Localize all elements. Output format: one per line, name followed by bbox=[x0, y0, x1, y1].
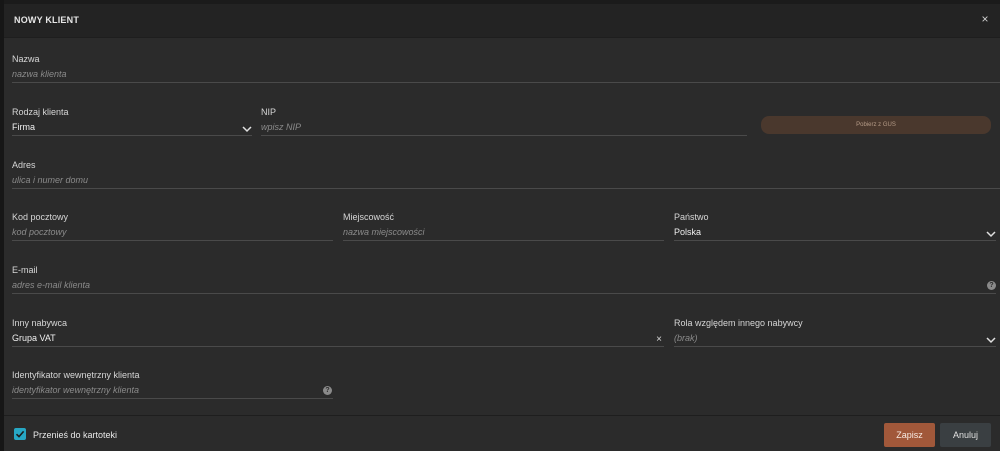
other-buyer-underline bbox=[12, 346, 664, 347]
internal-id-field: Identyfikator wewnętrzny klienta identyf… bbox=[12, 370, 333, 399]
client-type-value: Firma bbox=[12, 122, 35, 132]
address-input[interactable]: ulica i numer domu bbox=[12, 175, 88, 185]
chevron-down-icon[interactable] bbox=[986, 229, 996, 239]
email-label: E-mail bbox=[12, 265, 38, 275]
buyer-role-select[interactable]: Rola względem innego nabywcy (brak) bbox=[674, 318, 996, 347]
country-label: Państwo bbox=[674, 212, 709, 222]
country-value: Polska bbox=[674, 227, 702, 237]
dialog-footer: Przenieś do kartoteki Zapisz Anuluj bbox=[4, 416, 1000, 451]
internal-id-underline bbox=[12, 398, 333, 399]
name-underline bbox=[12, 82, 1000, 83]
other-buyer-input[interactable]: Grupa VAT bbox=[12, 333, 56, 343]
chevron-down-icon[interactable] bbox=[242, 124, 252, 134]
move-to-registry-checkbox[interactable] bbox=[14, 428, 26, 440]
country-select[interactable]: Państwo Polska bbox=[674, 212, 996, 241]
buyer-role-label: Rola względem innego nabywcy bbox=[674, 318, 803, 328]
client-type-select[interactable]: Rodzaj klienta Firma bbox=[12, 107, 252, 136]
dialog-title: NOWY KLIENT bbox=[14, 15, 80, 25]
country-underline bbox=[674, 240, 996, 241]
postal-code-input[interactable]: kod pocztowy bbox=[12, 227, 67, 237]
nip-label: NIP bbox=[261, 107, 277, 117]
new-client-dialog: NOWY KLIENT × Nazwa nazwa klienta Rodzaj… bbox=[4, 4, 1000, 451]
buyer-role-value: (brak) bbox=[674, 333, 698, 343]
postal-code-underline bbox=[12, 240, 333, 241]
nip-field: NIP wpisz NIP bbox=[261, 107, 747, 136]
city-field: Miejscowość nazwa miejscowości bbox=[343, 212, 664, 241]
buyer-role-underline bbox=[674, 346, 996, 347]
address-label: Adres bbox=[12, 160, 36, 170]
address-field: Adres ulica i numer domu bbox=[12, 160, 1000, 189]
dialog-header: NOWY KLIENT × bbox=[4, 4, 1000, 38]
email-underline bbox=[12, 293, 996, 294]
checkmark-icon bbox=[15, 430, 25, 438]
help-icon[interactable]: ? bbox=[323, 386, 332, 395]
city-label: Miejscowość bbox=[343, 212, 395, 222]
email-input[interactable]: adres e-mail klienta bbox=[12, 280, 90, 290]
address-underline bbox=[12, 188, 1000, 189]
fetch-from-gus-button[interactable]: Pobierz z GUS bbox=[761, 116, 991, 134]
client-type-underline bbox=[12, 135, 252, 136]
nip-underline bbox=[261, 135, 747, 136]
clear-icon[interactable]: × bbox=[656, 335, 662, 345]
close-icon[interactable]: × bbox=[978, 12, 992, 26]
city-input[interactable]: nazwa miejscowości bbox=[343, 227, 425, 237]
other-buyer-field: Inny nabywca Grupa VAT × bbox=[12, 318, 664, 347]
postal-code-label: Kod pocztowy bbox=[12, 212, 69, 222]
save-button[interactable]: Zapisz bbox=[884, 423, 935, 447]
other-buyer-label: Inny nabywca bbox=[12, 318, 68, 328]
internal-id-input[interactable]: identyfikator wewnętrzny klienta bbox=[12, 385, 139, 395]
email-field: E-mail adres e-mail klienta ? bbox=[12, 265, 996, 294]
help-icon[interactable]: ? bbox=[987, 281, 996, 290]
city-underline bbox=[343, 240, 664, 241]
move-to-registry-label: Przenieś do kartoteki bbox=[33, 430, 118, 440]
chevron-down-icon[interactable] bbox=[986, 335, 996, 345]
internal-id-label: Identyfikator wewnętrzny klienta bbox=[12, 370, 140, 380]
postal-code-field: Kod pocztowy kod pocztowy bbox=[12, 212, 333, 241]
name-field: Nazwa nazwa klienta bbox=[12, 54, 1000, 83]
nip-input[interactable]: wpisz NIP bbox=[261, 122, 301, 132]
name-input[interactable]: nazwa klienta bbox=[12, 69, 67, 79]
cancel-button[interactable]: Anuluj bbox=[940, 423, 991, 447]
name-label: Nazwa bbox=[12, 54, 40, 64]
client-type-label: Rodzaj klienta bbox=[12, 107, 69, 117]
